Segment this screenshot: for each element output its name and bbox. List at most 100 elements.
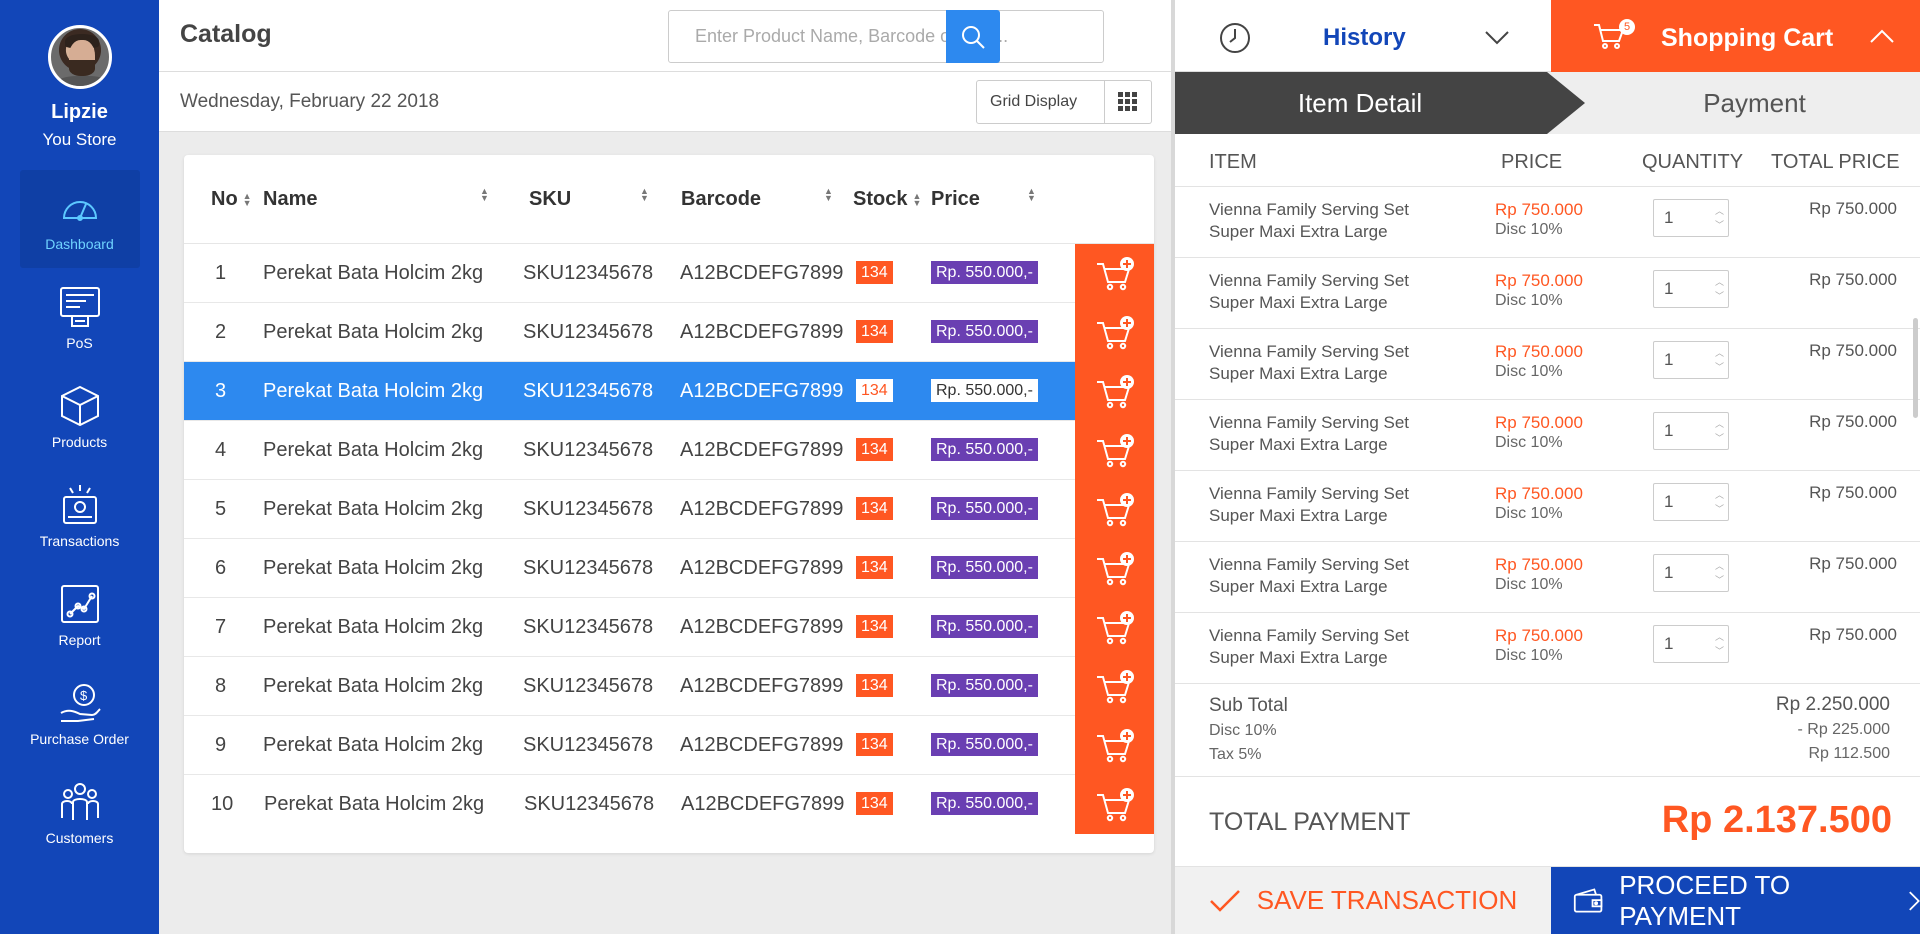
grid-toggle-button[interactable] bbox=[1105, 80, 1152, 124]
shopping-cart-tab[interactable]: 5 Shopping Cart bbox=[1551, 0, 1920, 72]
add-to-cart-button[interactable] bbox=[1075, 303, 1154, 362]
col-price: PRICE bbox=[1501, 151, 1563, 173]
spinner-arrows-icon[interactable]: ︿ ﹀ bbox=[1715, 488, 1724, 516]
quantity-input[interactable] bbox=[1654, 626, 1704, 662]
spinner-arrows-icon[interactable]: ︿ ﹀ bbox=[1715, 346, 1724, 374]
display-mode-select[interactable]: Grid Display bbox=[976, 80, 1105, 124]
cart-item-discount: Disc 10% bbox=[1495, 647, 1563, 664]
add-to-cart-button[interactable] bbox=[1075, 421, 1154, 480]
sort-sku[interactable]: ▲ ▼ bbox=[635, 187, 649, 203]
add-to-cart-button[interactable] bbox=[1075, 244, 1154, 303]
table-row[interactable]: 4 Perekat Bata Holcim 2kg SKU12345678 A1… bbox=[184, 421, 1154, 480]
cart-item-price: Rp 750.000 bbox=[1495, 484, 1583, 503]
purchase-order-icon: $ bbox=[60, 684, 101, 722]
stock-badge: 134 bbox=[856, 497, 893, 520]
quantity-input[interactable] bbox=[1654, 484, 1704, 520]
total-payment: TOTAL PAYMENT Rp 2.137.500 bbox=[1175, 777, 1920, 867]
sort-icon: ▲ ▼ bbox=[912, 190, 922, 208]
table-row[interactable]: 1 Perekat Bata Holcim 2kg SKU12345678 A1… bbox=[184, 244, 1154, 303]
column-label: Name bbox=[263, 188, 318, 210]
row-sku: SKU12345678 bbox=[523, 675, 654, 697]
cart-item-price: Rp 750.000 bbox=[1495, 342, 1583, 361]
price-badge: Rp. 550.000,- bbox=[931, 379, 1038, 402]
quantity-input[interactable] bbox=[1654, 555, 1704, 591]
add-to-cart-button[interactable] bbox=[1075, 775, 1154, 834]
quantity-stepper[interactable]: ︿﹀ bbox=[1653, 341, 1729, 379]
sort-name[interactable]: ▲ ▼ bbox=[475, 187, 489, 203]
add-to-cart-icon bbox=[1096, 669, 1134, 703]
add-to-cart-button[interactable] bbox=[1075, 539, 1154, 598]
sort-price[interactable]: ▲ ▼ bbox=[1022, 187, 1036, 203]
nav-item-transactions[interactable]: Transactions bbox=[20, 467, 140, 565]
nav-item-products[interactable]: Products bbox=[20, 368, 140, 466]
column-stock[interactable]: Stock ▲ ▼ bbox=[853, 188, 921, 211]
search-button[interactable] bbox=[946, 10, 1000, 63]
table-row[interactable]: 9 Perekat Bata Holcim 2kg SKU12345678 A1… bbox=[184, 716, 1154, 775]
row-barcode: A12BCDEFG7899 bbox=[680, 734, 844, 756]
step-payment[interactable]: Payment bbox=[1585, 72, 1920, 134]
nav-item-report[interactable]: Report bbox=[20, 566, 140, 664]
spinner-arrows-icon[interactable]: ︿ ﹀ bbox=[1715, 559, 1724, 587]
nav-item-customers[interactable]: Customers bbox=[20, 764, 140, 862]
nav-item-pos[interactable]: PoS bbox=[20, 269, 140, 367]
proceed-to-payment-label: PROCEED TO PAYMENT bbox=[1619, 869, 1791, 931]
quantity-stepper[interactable]: ︿﹀ bbox=[1653, 412, 1729, 450]
nav-item-dashboard[interactable]: Dashboard bbox=[19, 170, 140, 268]
spinner-arrows-icon[interactable]: ︿ ﹀ bbox=[1715, 204, 1724, 232]
price-badge: Rp. 550.000,- bbox=[931, 438, 1038, 461]
column-barcode[interactable]: Barcode bbox=[681, 188, 761, 211]
price-badge: Rp. 550.000,- bbox=[931, 733, 1038, 756]
row-name: Perekat Bata Holcim 2kg bbox=[263, 262, 484, 284]
search-input[interactable] bbox=[669, 11, 1099, 61]
save-transaction-button[interactable]: SAVE TRANSACTION bbox=[1175, 867, 1551, 934]
column-sku[interactable]: SKU bbox=[529, 188, 571, 211]
table-row[interactable]: 7 Perekat Bata Holcim 2kg SKU12345678 A1… bbox=[184, 598, 1154, 657]
sort-barcode[interactable]: ▲ ▼ bbox=[819, 187, 833, 203]
proceed-to-payment-button[interactable]: PROCEED TO PAYMENT bbox=[1551, 867, 1920, 934]
cart-item: Vienna Family Serving Set Super Maxi Extr… bbox=[1175, 613, 1920, 684]
column-price[interactable]: Price bbox=[931, 188, 980, 211]
cart-item-discount: Disc 10% bbox=[1495, 576, 1563, 593]
add-to-cart-button[interactable] bbox=[1075, 480, 1154, 539]
quantity-input[interactable] bbox=[1654, 271, 1704, 307]
table-row[interactable]: 10 Perekat Bata Holcim 2kg SKU12345678 A… bbox=[184, 775, 1154, 834]
spinner-arrows-icon[interactable]: ︿ ﹀ bbox=[1715, 275, 1724, 303]
table-row[interactable]: 6 Perekat Bata Holcim 2kg SKU12345678 A1… bbox=[184, 539, 1154, 598]
quantity-input[interactable] bbox=[1654, 413, 1704, 449]
quantity-input[interactable] bbox=[1654, 200, 1704, 236]
spinner-arrows-icon[interactable]: ︿ ﹀ bbox=[1715, 630, 1724, 658]
stock-badge: 134 bbox=[856, 438, 893, 461]
row-sku: SKU12345678 bbox=[523, 439, 654, 461]
quantity-stepper[interactable]: ︿﹀ bbox=[1653, 483, 1729, 521]
row-no: 6 bbox=[215, 557, 227, 579]
step-item-detail[interactable]: Item Detail bbox=[1175, 72, 1545, 134]
table-row[interactable]: 8 Perekat Bata Holcim 2kg SKU12345678 A1… bbox=[184, 657, 1154, 716]
quantity-stepper[interactable]: ︿﹀ bbox=[1653, 554, 1729, 592]
add-to-cart-icon bbox=[1096, 256, 1134, 290]
quantity-stepper[interactable]: ︿﹀ bbox=[1653, 199, 1729, 237]
table-row-selected[interactable]: 3 Perekat Bata Holcim 2kg SKU12345678 A1… bbox=[184, 362, 1154, 421]
scrollbar[interactable] bbox=[1913, 318, 1918, 418]
row-name: Perekat Bata Holcim 2kg bbox=[263, 498, 484, 520]
subtotal-label: Sub Total bbox=[1209, 695, 1288, 716]
nav-label: Purchase Order bbox=[30, 731, 129, 747]
add-to-cart-button[interactable] bbox=[1075, 362, 1154, 421]
add-to-cart-button[interactable] bbox=[1075, 657, 1154, 716]
history-tab[interactable]: History bbox=[1175, 0, 1551, 72]
column-no[interactable]: No ▲ ▼ bbox=[211, 188, 252, 211]
cart-item-total: Rp 750.000 bbox=[1809, 625, 1897, 644]
search-icon bbox=[962, 25, 985, 49]
chevron-right-icon bbox=[1908, 890, 1920, 911]
column-name[interactable]: Name bbox=[263, 188, 317, 211]
row-barcode: A12BCDEFG7899 bbox=[680, 321, 844, 343]
avatar[interactable] bbox=[47, 25, 112, 89]
add-to-cart-button[interactable] bbox=[1075, 716, 1154, 775]
table-row[interactable]: 5 Perekat Bata Holcim 2kg SKU12345678 A1… bbox=[184, 480, 1154, 539]
spinner-arrows-icon[interactable]: ︿ ﹀ bbox=[1715, 417, 1724, 445]
add-to-cart-button[interactable] bbox=[1075, 598, 1154, 657]
quantity-input[interactable] bbox=[1654, 342, 1704, 378]
nav-item-purchase-order[interactable]: $ Purchase Order bbox=[20, 665, 140, 763]
table-row[interactable]: 2 Perekat Bata Holcim 2kg SKU12345678 A1… bbox=[184, 303, 1154, 362]
quantity-stepper[interactable]: ︿﹀ bbox=[1653, 270, 1729, 308]
quantity-stepper[interactable]: ︿﹀ bbox=[1653, 625, 1729, 663]
